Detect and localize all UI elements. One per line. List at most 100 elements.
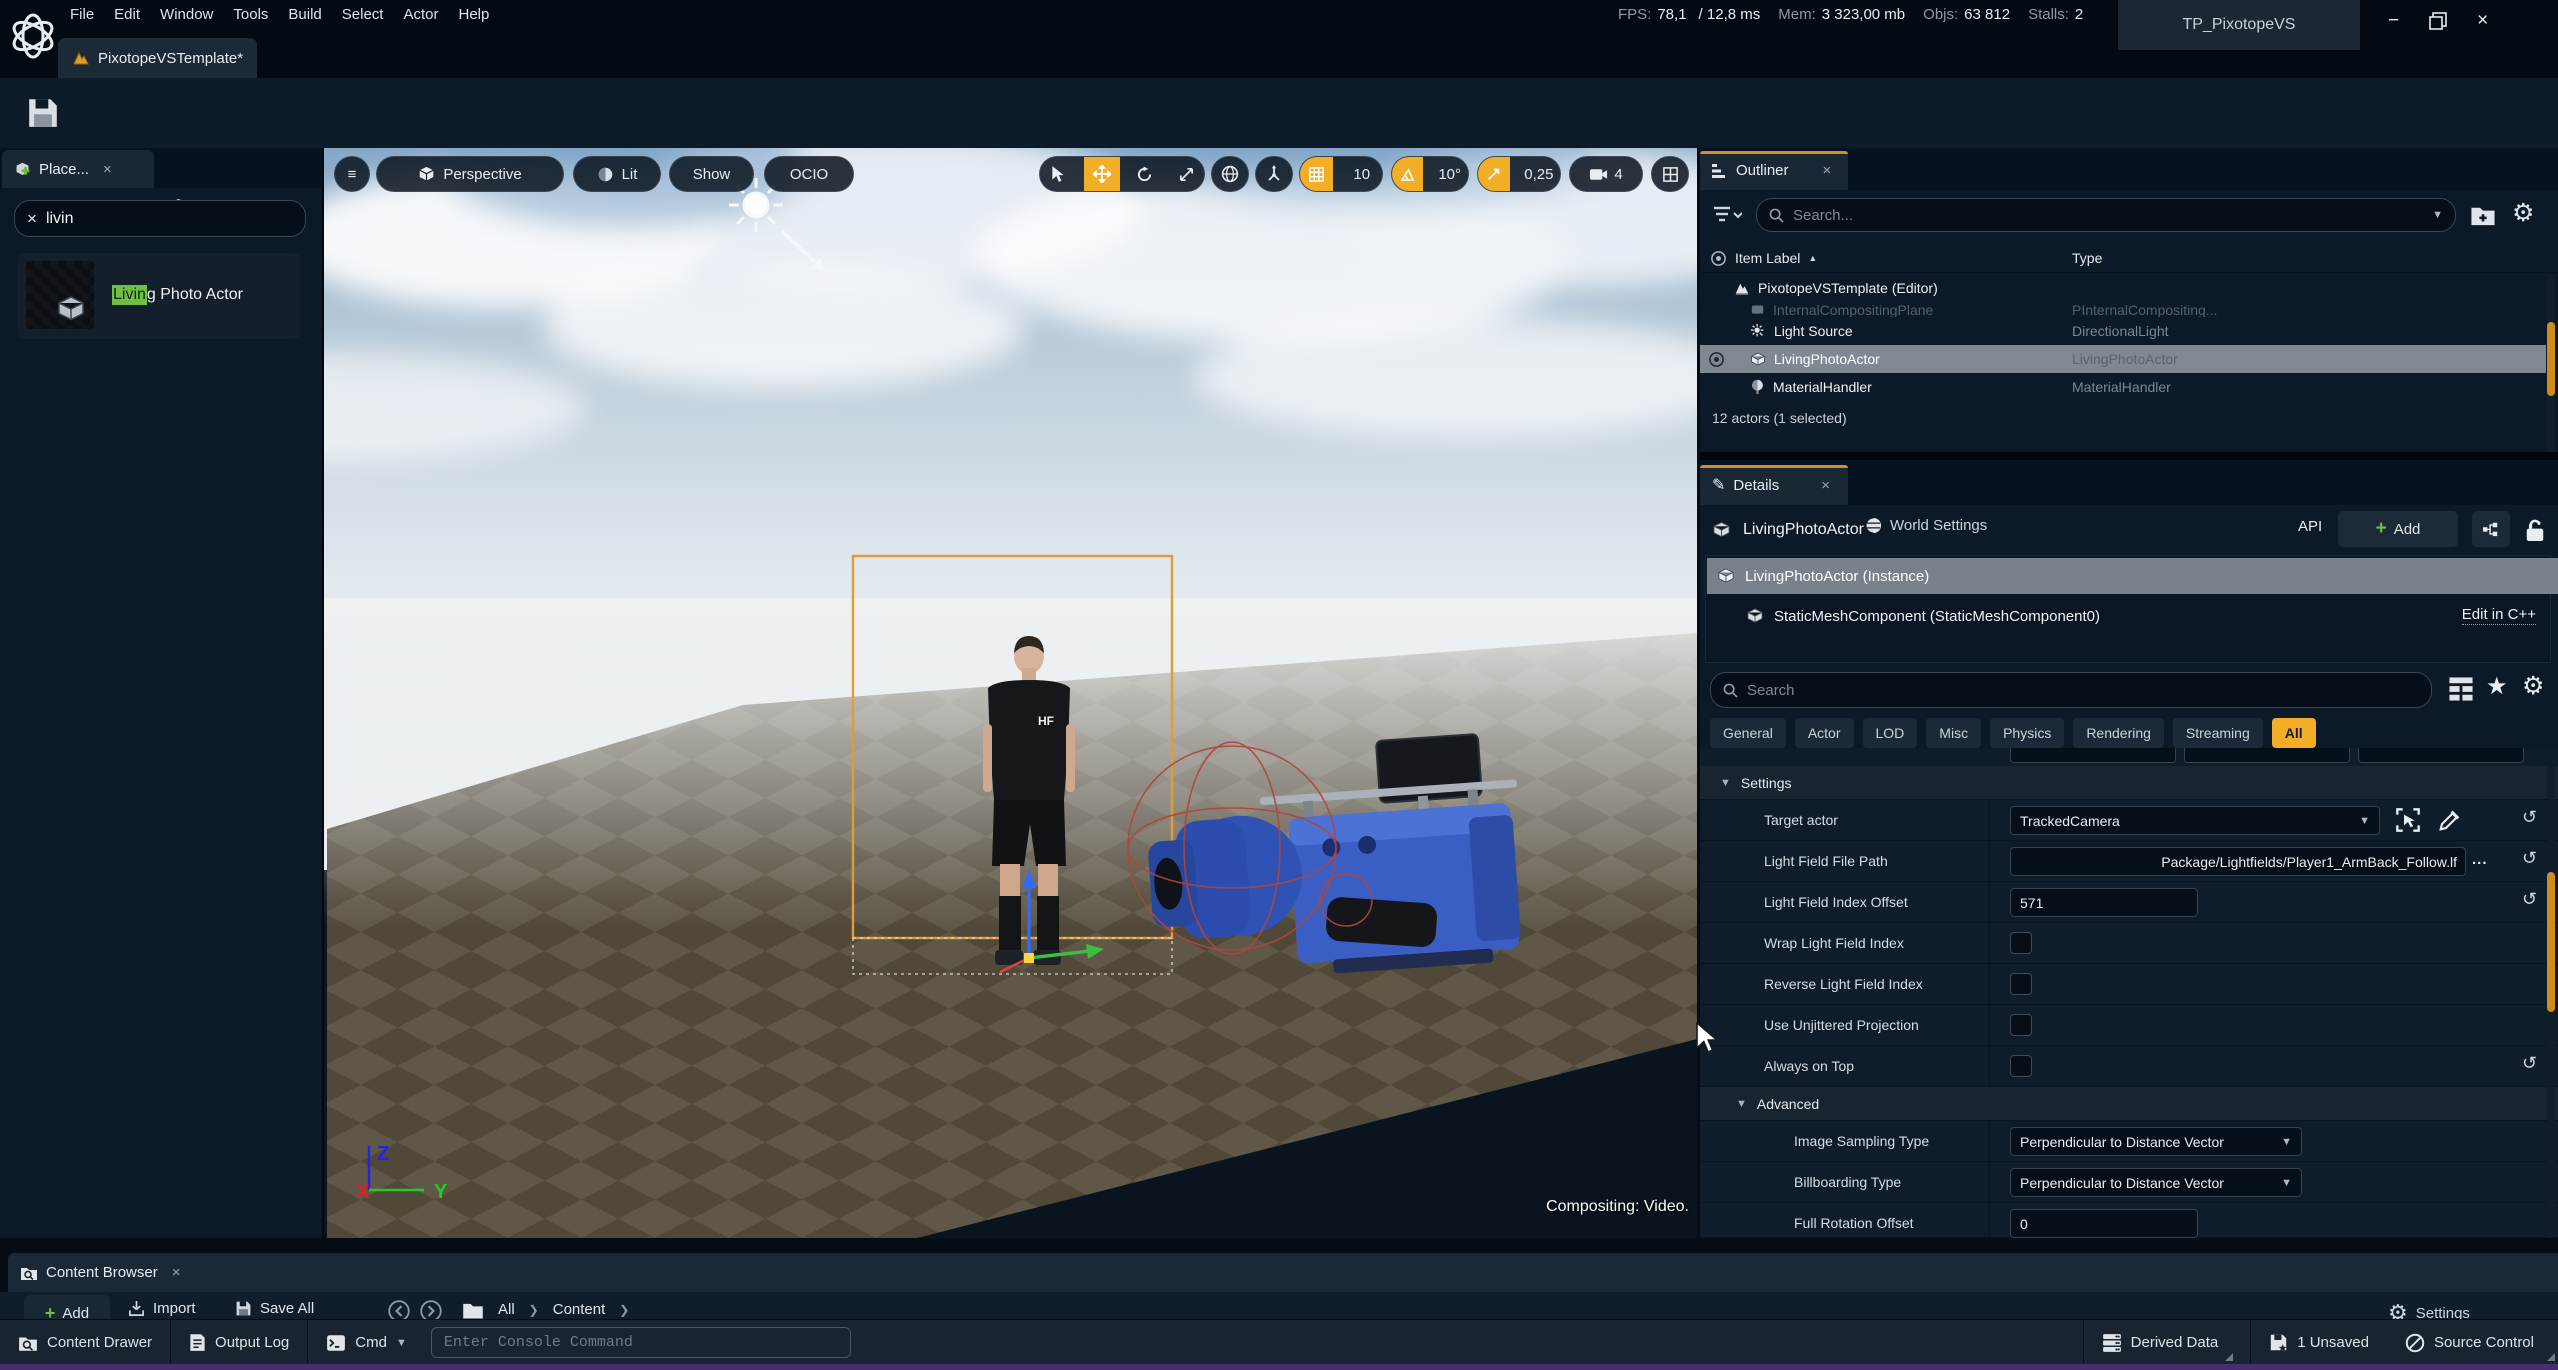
content-drawer-button[interactable]: Content Drawer: [0, 1320, 170, 1365]
viewport-ocio-dropdown[interactable]: OCIO: [764, 156, 854, 192]
sampling-dropdown[interactable]: Perpendicular to Distance Vector▼: [2010, 1127, 2302, 1156]
cb-import-button[interactable]: Import: [128, 1300, 196, 1317]
lf-path-input[interactable]: Package/Lightfields/Player1_ArmBack_Foll…: [2010, 847, 2466, 876]
reverse-checkbox[interactable]: [2010, 973, 2032, 995]
viewport-perspective-dropdown[interactable]: Perspective: [376, 156, 564, 192]
chip-physics[interactable]: Physics: [1990, 718, 2064, 748]
viewport-lit-dropdown[interactable]: Lit: [573, 156, 661, 192]
close-button[interactable]: ×: [2477, 10, 2488, 32]
outliner-row-light-source[interactable]: Light Source DirectionalLight: [1700, 317, 2546, 345]
add-component-button[interactable]: + Add: [2338, 511, 2458, 547]
tab-details[interactable]: ✎ Details ×: [1700, 465, 1848, 505]
menu-file[interactable]: File: [60, 0, 104, 28]
menu-help[interactable]: Help: [449, 0, 500, 28]
always-top-checkbox[interactable]: [2010, 1055, 2032, 1077]
console-command-input[interactable]: Enter Console Command: [431, 1327, 851, 1358]
reset-lf-path-icon[interactable]: ↺: [2522, 848, 2537, 869]
chip-actor[interactable]: Actor: [1795, 718, 1854, 748]
component-row-staticmesh[interactable]: StaticMeshComponent (StaticMeshComponent…: [1746, 600, 2100, 632]
chip-rendering[interactable]: Rendering: [2073, 718, 2164, 748]
menu-select[interactable]: Select: [332, 0, 394, 28]
outliner-row-materialhandler[interactable]: MaterialHandler MaterialHandler: [1700, 373, 2546, 401]
tab-content-browser-close-icon[interactable]: ×: [172, 1264, 181, 1281]
reset-lf-offset-icon[interactable]: ↺: [2522, 889, 2537, 910]
section-advanced[interactable]: ▼ Advanced: [1700, 1087, 2558, 1121]
menu-window[interactable]: Window: [150, 0, 223, 28]
breadcrumb-all[interactable]: All: [498, 1301, 515, 1318]
lf-offset-input[interactable]: 571: [2010, 888, 2198, 917]
menu-edit[interactable]: Edit: [104, 0, 150, 28]
unjittered-checkbox[interactable]: [2010, 1014, 2032, 1036]
breadcrumb-content[interactable]: Content: [553, 1301, 606, 1318]
outliner-row-root[interactable]: PixotopeVSTemplate (Editor): [1700, 274, 2546, 302]
tab-outliner[interactable]: Outliner ×: [1700, 151, 1848, 190]
tab-place-close-icon[interactable]: ×: [103, 161, 112, 178]
grid-snap-toggle[interactable]: [1300, 156, 1333, 192]
details-search-input[interactable]: Search: [1710, 672, 2432, 708]
blueprint-script-button[interactable]: [2472, 511, 2510, 547]
details-scrollbar-thumb[interactable]: [2547, 872, 2555, 1012]
restore-button[interactable]: [2429, 12, 2447, 30]
create-folder-icon[interactable]: [2470, 202, 2496, 228]
cb-settings-button[interactable]: ⚙ Settings: [2388, 1300, 2470, 1319]
derived-data-button[interactable]: Derived Data: [2084, 1320, 2237, 1365]
display-options-icon[interactable]: [2448, 676, 2474, 702]
chip-streaming[interactable]: Streaming: [2173, 718, 2263, 748]
details-settings-gear-icon[interactable]: ⚙: [2522, 671, 2544, 701]
outliner-scrollbar-track[interactable]: [2547, 274, 2555, 454]
outliner-row-clipped[interactable]: InternalCompositingPlane PInternalCompos…: [1700, 302, 2546, 317]
outliner-row-livingphotoactor-selected[interactable]: LivingPhotoActor LivingPhotoActor: [1700, 345, 2546, 373]
surface-snapping-button[interactable]: [1255, 156, 1293, 192]
forward-icon[interactable]: [420, 1300, 442, 1319]
outliner-scrollbar-thumb[interactable]: [2547, 322, 2555, 396]
maximize-viewport-button[interactable]: [1651, 156, 1689, 192]
browse-path-button[interactable]: ...: [2472, 851, 2488, 868]
lock-icon[interactable]: [2524, 517, 2546, 543]
api-button[interactable]: API: [2298, 518, 2322, 535]
details-scrollbar-track[interactable]: [2547, 766, 2555, 1238]
clear-search-icon[interactable]: ×: [27, 209, 37, 229]
column-type[interactable]: Type: [2072, 250, 2102, 266]
source-control-button[interactable]: Source Control: [2387, 1320, 2558, 1365]
rotation-snap-value[interactable]: 10°: [1431, 156, 1468, 192]
outliner-filter-dropdown[interactable]: [1712, 204, 1742, 228]
rotate-tool-button[interactable]: [1128, 156, 1162, 192]
chip-lod[interactable]: LOD: [1863, 718, 1918, 748]
outliner-settings-gear-icon[interactable]: ⚙: [2512, 198, 2534, 228]
select-tool-button[interactable]: [1040, 156, 1076, 192]
move-tool-button[interactable]: [1084, 156, 1120, 192]
tab-details-close-icon[interactable]: ×: [1821, 477, 1830, 494]
visibility-eye-icon[interactable]: [1708, 351, 1725, 368]
scale-snap-toggle[interactable]: [1478, 156, 1510, 192]
search-options-chevron-icon[interactable]: ▼: [2432, 209, 2443, 221]
cb-save-all-button[interactable]: Save All: [235, 1300, 314, 1317]
cmd-dropdown[interactable]: Cmd ▼: [308, 1320, 425, 1365]
world-local-toggle[interactable]: [1211, 156, 1249, 192]
tab-place-actors[interactable]: Place... ×: [2, 150, 154, 188]
cb-add-button[interactable]: + Add: [24, 1295, 110, 1319]
chip-general[interactable]: General: [1710, 718, 1786, 748]
wrap-checkbox[interactable]: [2010, 932, 2032, 954]
menu-tools[interactable]: Tools: [223, 0, 278, 28]
camera-speed-control[interactable]: 4: [1569, 156, 1643, 192]
save-icon[interactable]: [26, 96, 60, 130]
asset-tab-pixotopevstemplate[interactable]: PixotopeVSTemplate*: [58, 38, 257, 78]
scale-tool-button[interactable]: [1170, 156, 1204, 192]
place-search-input[interactable]: × livin: [14, 200, 306, 237]
chip-all[interactable]: All: [2272, 718, 2316, 748]
place-item-living-photo-actor[interactable]: Living Photo Actor: [18, 253, 300, 339]
column-item-label[interactable]: Item Label: [1735, 250, 1800, 266]
window-title[interactable]: TP_PixotopeVS: [2118, 0, 2360, 50]
target-actor-dropdown[interactable]: TrackedCamera▼: [2010, 806, 2380, 835]
output-log-button[interactable]: Output Log: [171, 1320, 307, 1365]
menu-actor[interactable]: Actor: [393, 0, 448, 28]
eyedropper-icon[interactable]: [2438, 808, 2462, 832]
scale-snap-value[interactable]: 0,25: [1518, 156, 1560, 192]
outliner-search-input[interactable]: Search... ▼: [1756, 198, 2456, 232]
section-settings[interactable]: ▼ Settings: [1700, 766, 2558, 800]
grid-snap-value[interactable]: 10: [1341, 156, 1382, 192]
tab-content-browser[interactable]: Content Browser ×: [8, 1253, 2558, 1292]
edit-in-cpp-link[interactable]: Edit in C++: [2462, 606, 2536, 625]
menu-build[interactable]: Build: [278, 0, 331, 28]
viewport[interactable]: HF: [324, 148, 1697, 1238]
